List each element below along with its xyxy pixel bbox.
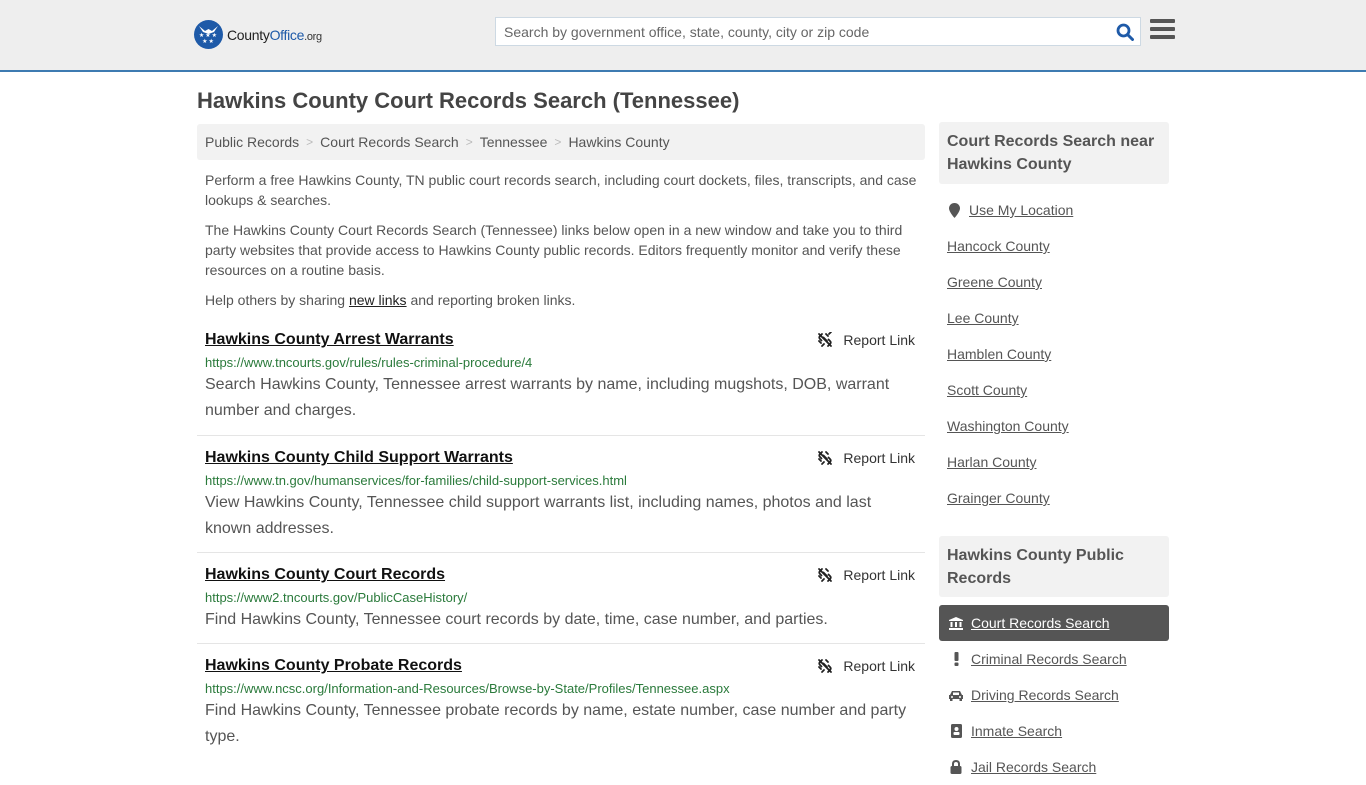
result-title-link[interactable]: Hawkins County Probate Records bbox=[205, 657, 462, 675]
county-link[interactable]: Lee County bbox=[947, 310, 1019, 326]
sidebar-item-driving-records-search: Driving Records Search bbox=[939, 677, 1169, 713]
site-header: ★★★ ★★ CountyOffice.org bbox=[0, 0, 1366, 72]
search-input[interactable] bbox=[496, 18, 1110, 45]
broken-link-icon bbox=[818, 659, 833, 673]
report-link-label: Report Link bbox=[843, 567, 915, 583]
report-link-label: Report Link bbox=[843, 658, 915, 674]
broken-link-icon bbox=[818, 451, 833, 465]
breadcrumb-separator: > bbox=[465, 135, 473, 149]
result-item: Hawkins County Arrest Warrants Report Li… bbox=[197, 328, 925, 436]
search-icon bbox=[1116, 23, 1134, 41]
breadcrumb-separator: > bbox=[306, 135, 314, 149]
breadcrumb-separator: > bbox=[554, 135, 562, 149]
sidebar-item-criminal-records-search: Criminal Records Search bbox=[939, 641, 1169, 677]
county-link[interactable]: Hamblen County bbox=[947, 346, 1051, 362]
site-logo[interactable]: ★★★ ★★ CountyOffice.org bbox=[194, 20, 322, 49]
sidebar-item-scott-county: Scott County bbox=[939, 372, 1169, 408]
sidebar-item-hancock-county: Hancock County bbox=[939, 228, 1169, 264]
results-list: Hawkins County Arrest Warrants Report Li… bbox=[197, 328, 925, 774]
sidebar-item-hamblen-county: Hamblen County bbox=[939, 336, 1169, 372]
driving-records-search-link[interactable]: Driving Records Search bbox=[971, 687, 1119, 703]
intro-paragraph: The Hawkins County Court Records Search … bbox=[205, 222, 903, 278]
result-url: https://www.tncourts.gov/rules/rules-cri… bbox=[205, 355, 533, 370]
logo-text: CountyOffice.org bbox=[227, 26, 322, 43]
breadcrumb: Public Records > Court Records Search > … bbox=[197, 124, 925, 160]
report-link-button[interactable]: Report Link bbox=[817, 450, 915, 466]
sidebar-item-court-records-search: Court Records Search bbox=[939, 605, 1169, 641]
result-url: https://www2.tncourts.gov/PublicCaseHist… bbox=[205, 590, 468, 605]
result-title-link[interactable]: Hawkins County Arrest Warrants bbox=[205, 331, 454, 349]
county-link[interactable]: Grainger County bbox=[947, 490, 1050, 506]
sidebar-heading: Hawkins County Public Records bbox=[939, 536, 1169, 597]
result-description: Search Hawkins County, Tennessee arrest … bbox=[205, 376, 890, 419]
page-title: Hawkins County Court Records Search (Ten… bbox=[197, 88, 740, 113]
sidebar-item-grainger-county: Grainger County bbox=[939, 480, 1169, 516]
courthouse-icon bbox=[949, 616, 963, 630]
county-link[interactable]: Hancock County bbox=[947, 238, 1050, 254]
county-link[interactable]: Washington County bbox=[947, 418, 1069, 434]
sidebar-heading: Court Records Search near Hawkins County bbox=[939, 122, 1169, 184]
report-link-button[interactable]: Report Link bbox=[817, 332, 915, 348]
result-item: Hawkins County Child Support Warrants Re… bbox=[197, 436, 925, 553]
report-link-label: Report Link bbox=[843, 332, 915, 348]
menu-bar-icon bbox=[1150, 27, 1175, 31]
search-button[interactable] bbox=[1110, 18, 1140, 45]
breadcrumb-hawkins-county[interactable]: Hawkins County bbox=[568, 134, 669, 150]
logo-eagle-icon: ★★★ ★★ bbox=[194, 20, 223, 49]
jail-records-search-link[interactable]: Jail Records Search bbox=[971, 759, 1096, 775]
nearby-county-list: Use My Location Hancock County Greene Co… bbox=[939, 192, 1169, 516]
result-description: Find Hawkins County, Tennessee probate r… bbox=[205, 702, 907, 745]
report-link-button[interactable]: Report Link bbox=[817, 658, 915, 674]
inmate-search-link[interactable]: Inmate Search bbox=[971, 723, 1062, 739]
county-link[interactable]: Scott County bbox=[947, 382, 1027, 398]
result-item: Hawkins County Probate Records Report Li… bbox=[197, 644, 925, 774]
court-records-search-link[interactable]: Court Records Search bbox=[971, 615, 1110, 631]
result-url: https://www.tn.gov/humanservices/for-fam… bbox=[205, 473, 627, 488]
county-link[interactable]: Harlan County bbox=[947, 454, 1037, 470]
hamburger-menu-button[interactable] bbox=[1150, 19, 1175, 41]
result-description: Find Hawkins County, Tennessee court rec… bbox=[205, 611, 828, 628]
search-bar bbox=[495, 17, 1141, 46]
help-paragraph: Help others by sharing new links and rep… bbox=[205, 292, 576, 308]
sidebar-item-lee-county: Lee County bbox=[939, 300, 1169, 336]
report-link-label: Report Link bbox=[843, 450, 915, 466]
sidebar-item-harlan-county: Harlan County bbox=[939, 444, 1169, 480]
sidebar-nearby-counties: Court Records Search near Hawkins County… bbox=[939, 122, 1169, 516]
breadcrumb-public-records[interactable]: Public Records bbox=[205, 134, 299, 150]
car-icon bbox=[949, 690, 963, 701]
sidebar-item-jail-records-search: Jail Records Search bbox=[939, 749, 1169, 785]
broken-link-icon bbox=[818, 568, 833, 582]
broken-link-icon bbox=[818, 332, 833, 347]
exclamation-icon bbox=[949, 652, 963, 666]
result-description: View Hawkins County, Tennessee child sup… bbox=[205, 494, 872, 537]
breadcrumb-tennessee[interactable]: Tennessee bbox=[480, 134, 548, 150]
result-title-link[interactable]: Hawkins County Court Records bbox=[205, 566, 445, 584]
result-item: Hawkins County Court Records Report Link… bbox=[197, 553, 925, 644]
intro-paragraph: Perform a free Hawkins County, TN public… bbox=[205, 172, 917, 208]
use-my-location-link[interactable]: Use My Location bbox=[969, 202, 1073, 218]
sidebar-item-greene-county: Greene County bbox=[939, 264, 1169, 300]
new-links-link[interactable]: new links bbox=[349, 292, 407, 308]
id-badge-icon bbox=[949, 724, 963, 738]
result-title-link[interactable]: Hawkins County Child Support Warrants bbox=[205, 449, 513, 467]
lock-icon bbox=[949, 760, 963, 774]
map-marker-icon bbox=[947, 202, 961, 218]
menu-bar-icon bbox=[1150, 19, 1175, 23]
sidebar-item-washington-county: Washington County bbox=[939, 408, 1169, 444]
result-url: https://www.ncsc.org/Information-and-Res… bbox=[205, 681, 730, 696]
county-link[interactable]: Greene County bbox=[947, 274, 1042, 290]
intro-text: Perform a free Hawkins County, TN public… bbox=[205, 170, 923, 320]
breadcrumb-court-records-search[interactable]: Court Records Search bbox=[320, 134, 459, 150]
use-my-location-item: Use My Location bbox=[939, 192, 1169, 228]
sidebar-public-records: Hawkins County Public Records Court Reco… bbox=[939, 536, 1169, 785]
sidebar-item-inmate-search: Inmate Search bbox=[939, 713, 1169, 749]
criminal-records-search-link[interactable]: Criminal Records Search bbox=[971, 651, 1127, 667]
report-link-button[interactable]: Report Link bbox=[817, 567, 915, 583]
menu-bar-icon bbox=[1150, 35, 1175, 39]
public-records-list: Court Records Search Criminal Records Se… bbox=[939, 605, 1169, 785]
